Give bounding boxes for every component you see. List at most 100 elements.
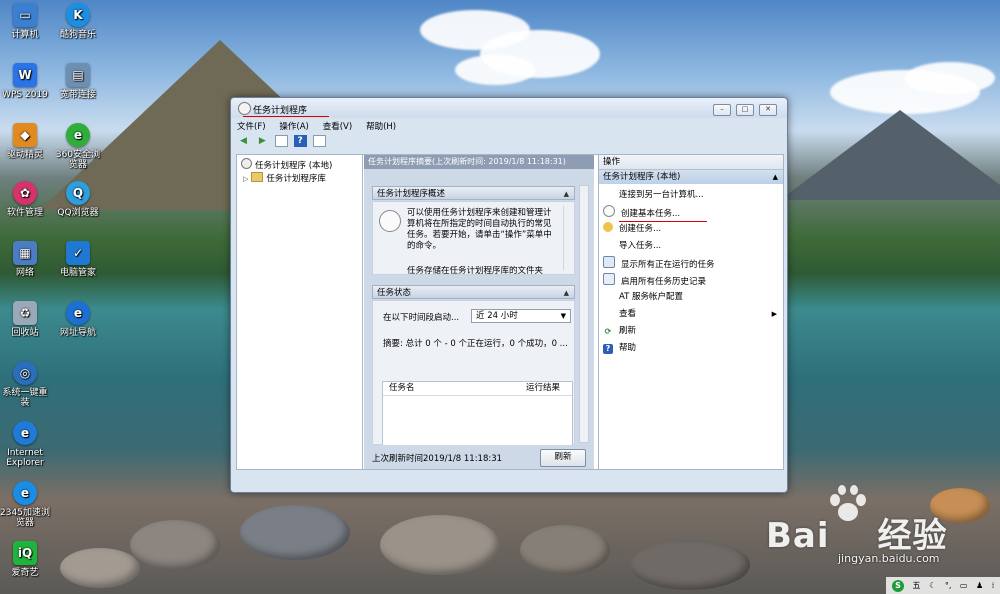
recycle-bin-icon: ♻ bbox=[13, 301, 37, 325]
ime-mode[interactable]: 五 bbox=[913, 577, 921, 594]
last-refresh-text: 上次刷新时间2019/1/8 11:18:31 bbox=[372, 454, 503, 464]
desktop-icon-nav[interactable]: e 网址导航 bbox=[53, 301, 103, 338]
software-manager-icon: ✿ bbox=[13, 181, 37, 205]
close-button[interactable]: ✕ bbox=[759, 104, 777, 116]
minimize-button[interactable]: – bbox=[713, 104, 731, 116]
collapse-chevron-icon[interactable]: ▲ bbox=[564, 286, 569, 300]
desktop-icon-label: 宽带连接 bbox=[59, 90, 96, 100]
back-arrow-icon[interactable]: ◀ bbox=[237, 135, 250, 147]
overview-section-header[interactable]: 任务计划程序概述 ▲ bbox=[372, 186, 575, 200]
tree-pane: 任务计划程序 (本地) ▷ 任务计划程序库 bbox=[237, 155, 363, 469]
tree-item-library[interactable]: ▷ 任务计划程序库 bbox=[243, 172, 326, 184]
baidu-watermark: Bai 经验 bbox=[766, 508, 948, 557]
tree-item-root[interactable]: 任务计划程序 (本地) bbox=[241, 158, 332, 171]
collapse-chevron-icon[interactable]: ▲ bbox=[564, 187, 569, 201]
desktop-icon-label: 电脑管家 bbox=[59, 268, 96, 278]
action-label: 显示所有正在运行的任务 bbox=[621, 260, 715, 270]
iqiyi-icon: iQ bbox=[13, 541, 37, 565]
desktop-icon-qqbrowser[interactable]: Q QQ浏览器 bbox=[53, 181, 103, 218]
action-at-service-config[interactable]: AT 服务帐户配置 bbox=[603, 290, 779, 304]
punctuation-icon[interactable]: °, bbox=[945, 577, 952, 594]
pc-manager-icon: ✓ bbox=[66, 241, 90, 265]
status-period-select[interactable]: 近 24 小时 ▼ bbox=[471, 309, 571, 323]
action-create-task[interactable]: 创建任务... bbox=[603, 222, 779, 236]
reinstall-icon: ◎ bbox=[13, 361, 37, 385]
rock bbox=[520, 525, 610, 575]
summary-scrollbar[interactable] bbox=[579, 185, 589, 443]
desktop-icon-label: 2345加速浏览器 bbox=[0, 508, 50, 528]
help-icon[interactable]: ? bbox=[293, 135, 307, 147]
show-hide-tree-icon[interactable] bbox=[274, 135, 288, 147]
keyboard-icon[interactable]: ▭ bbox=[960, 577, 968, 594]
desktop-icon-computer[interactable]: ▭ 计算机 bbox=[0, 3, 50, 40]
actions-pane: 操作 任务计划程序 (本地) ▲ 连接到另一台计算机... 创建基本任务... 创… bbox=[598, 155, 783, 469]
menu-bar: 文件(F) 操作(A) 查看(V) 帮助(H) bbox=[237, 120, 781, 133]
task-scheduler-window: 任务计划程序 – □ ✕ 文件(F) 操作(A) 查看(V) 帮助(H) ◀ ▶… bbox=[230, 97, 788, 493]
desktop-icon-label: 爱奇艺 bbox=[11, 568, 39, 578]
action-help[interactable]: ? 帮助 bbox=[603, 341, 779, 355]
desktop-icon-recycle[interactable]: ♻ 回收站 bbox=[0, 301, 50, 338]
ie-icon: e bbox=[66, 301, 90, 325]
desktop-icon-iqiyi[interactable]: iQ 爱奇艺 bbox=[0, 541, 50, 578]
moon-icon[interactable]: ☾ bbox=[929, 577, 936, 594]
desktop-icon-2345[interactable]: e 2345加速浏览器 bbox=[0, 481, 50, 528]
menu-action[interactable]: 操作(A) bbox=[279, 120, 308, 132]
menu-view[interactable]: 查看(V) bbox=[323, 120, 352, 132]
desktop-icon-kugou[interactable]: K 酷狗音乐 bbox=[53, 3, 103, 40]
history-icon bbox=[603, 273, 615, 285]
desktop-icon-wps[interactable]: W WPS 2019 bbox=[0, 63, 50, 100]
collapse-chevron-icon[interactable]: ▲ bbox=[773, 170, 778, 184]
toolbar: ◀ ▶ ? bbox=[237, 135, 781, 149]
watermark-brand: Bai bbox=[766, 516, 830, 556]
ime-icon[interactable]: S bbox=[892, 579, 904, 592]
rock bbox=[380, 515, 500, 575]
refresh-button[interactable]: 刷新 bbox=[540, 449, 586, 467]
action-label: 导入任务... bbox=[619, 241, 662, 251]
desktop-icon-360[interactable]: e 360安全浏览器 bbox=[53, 123, 103, 170]
help-icon: ? bbox=[603, 344, 613, 354]
action-connect-computer[interactable]: 连接到另一台计算机... bbox=[603, 188, 779, 202]
tree-item-label: 任务计划程序库 bbox=[266, 174, 326, 184]
menu-file[interactable]: 文件(F) bbox=[237, 120, 266, 132]
dropdown-arrow-icon: ▼ bbox=[560, 312, 566, 320]
360-browser-icon: e bbox=[66, 123, 90, 147]
action-import-task[interactable]: 导入任务... bbox=[603, 239, 779, 253]
column-task-name[interactable]: 任务名 bbox=[389, 382, 415, 395]
2345-browser-icon: e bbox=[13, 481, 37, 505]
action-view[interactable]: 查看 ▶ bbox=[603, 307, 779, 321]
actions-group-title: 任务计划程序 (本地) bbox=[603, 172, 681, 182]
blank-icon bbox=[603, 188, 613, 198]
forward-arrow-icon[interactable]: ▶ bbox=[256, 135, 269, 147]
desktop-icon-network[interactable]: ▦ 网络 bbox=[0, 241, 50, 278]
ie-icon: e bbox=[13, 421, 37, 445]
desktop-icon-label: 计算机 bbox=[11, 30, 39, 40]
desktop-icon-label: 软件管理 bbox=[6, 208, 43, 218]
desktop-icon-driver[interactable]: ◆ 驱动精灵 bbox=[0, 123, 50, 160]
desktop-icon-ie[interactable]: e Internet Explorer bbox=[0, 421, 50, 468]
maximize-button[interactable]: □ bbox=[736, 104, 754, 116]
action-enable-history[interactable]: 启用所有任务历史记录 bbox=[603, 273, 779, 287]
user-icon[interactable]: ♟ bbox=[976, 577, 983, 594]
expand-arrow-icon[interactable]: ▷ bbox=[243, 175, 248, 183]
action-show-running[interactable]: 显示所有正在运行的任务 bbox=[603, 256, 779, 270]
overview-scrollbar[interactable] bbox=[563, 206, 572, 270]
action-create-basic-task[interactable]: 创建基本任务... bbox=[603, 205, 779, 219]
title-bar[interactable]: 任务计划程序 – □ ✕ bbox=[231, 98, 787, 118]
action-refresh[interactable]: ⟳ 刷新 bbox=[603, 324, 779, 338]
status-section-header[interactable]: 任务状态 ▲ bbox=[372, 285, 575, 299]
desktop-icon-reinstall[interactable]: ◎ 系统一键重装 bbox=[0, 361, 50, 408]
status-period-value: 近 24 小时 bbox=[476, 311, 518, 321]
show-hide-action-pane-icon[interactable] bbox=[312, 135, 326, 147]
desktop-icon-software[interactable]: ✿ 软件管理 bbox=[0, 181, 50, 218]
action-label: 连接到另一台计算机... bbox=[619, 190, 704, 200]
settings-icon[interactable]: ⁞ bbox=[992, 577, 995, 594]
clock-icon bbox=[379, 210, 401, 232]
folder-icon bbox=[251, 172, 264, 182]
column-run-result[interactable]: 运行结果 bbox=[526, 382, 560, 395]
actions-group-header[interactable]: 任务计划程序 (本地) ▲ bbox=[599, 170, 783, 184]
desktop-icon-label: 系统一键重装 bbox=[2, 388, 48, 408]
desktop-icon-pcmanager[interactable]: ✓ 电脑管家 bbox=[53, 241, 103, 278]
action-label: 刷新 bbox=[619, 326, 637, 336]
menu-help[interactable]: 帮助(H) bbox=[366, 120, 396, 132]
desktop-icon-broadband[interactable]: ▤ 宽带连接 bbox=[53, 63, 103, 100]
